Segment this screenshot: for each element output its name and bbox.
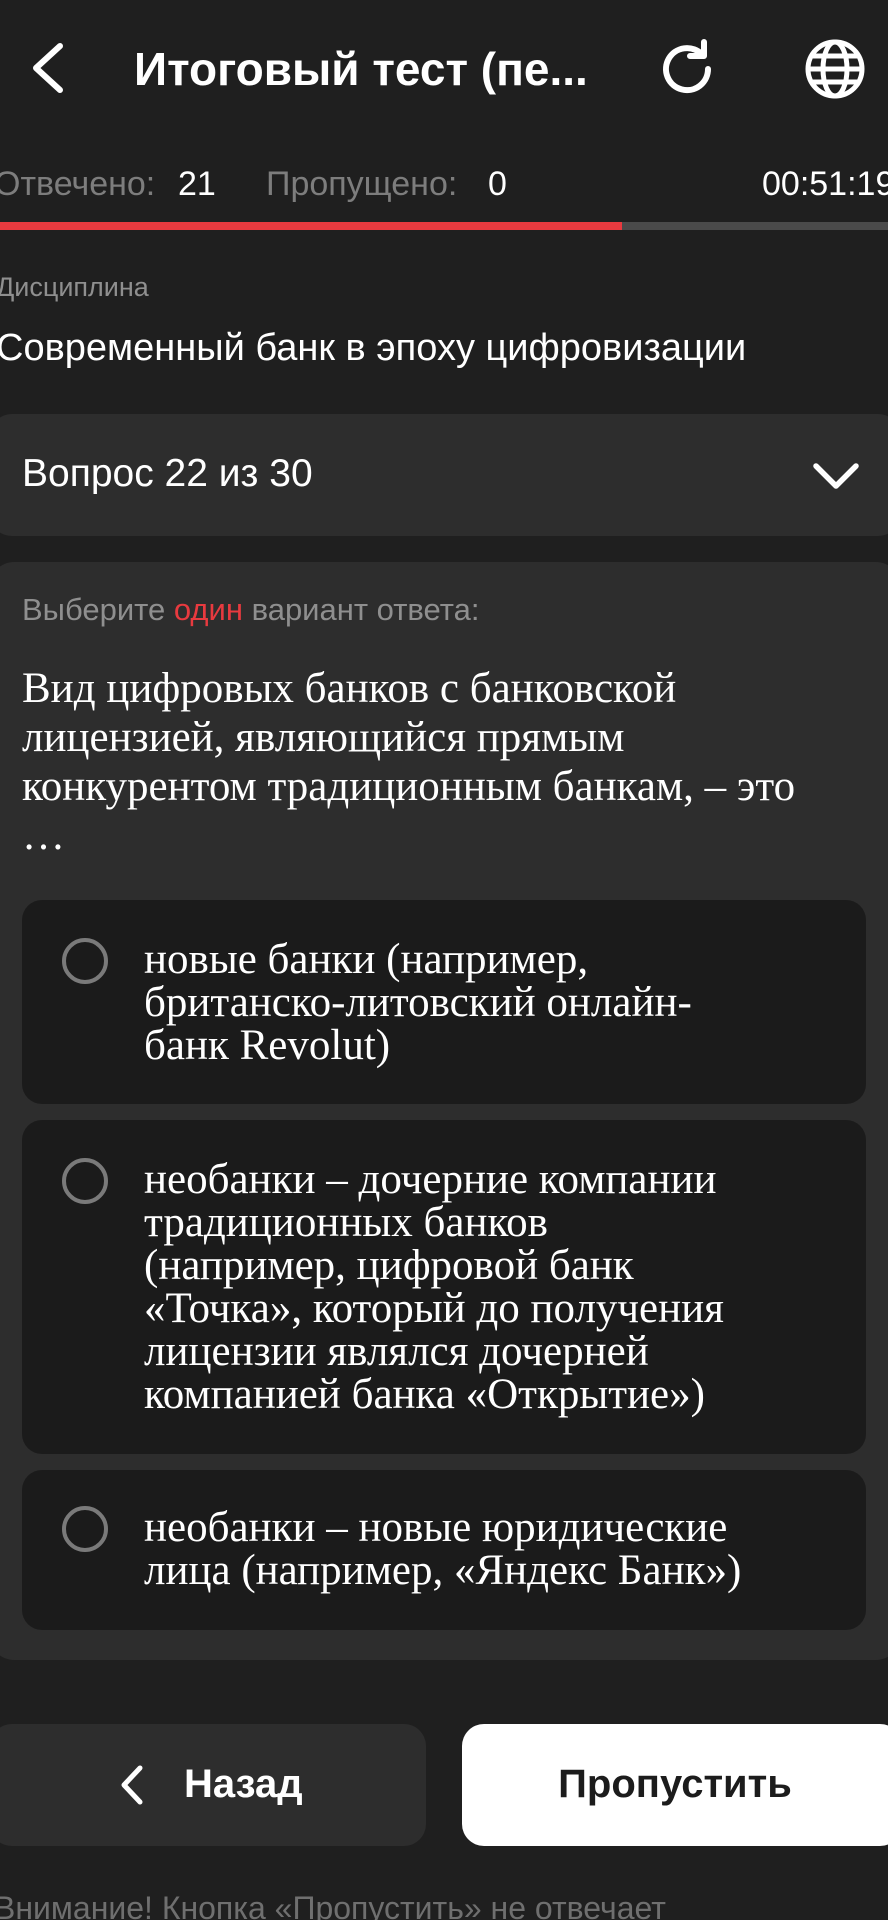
answer-option-text: новые банки (например, британско-литовск…: [144, 936, 692, 1069]
chevron-left-icon: [121, 1765, 143, 1805]
globe-icon: [805, 39, 865, 99]
question-number: Вопрос 22 из 30: [22, 452, 313, 495]
page-title: Итоговый тест (пе...: [134, 43, 588, 95]
answered-count: 21: [178, 165, 216, 203]
chevron-left-icon: [33, 43, 63, 93]
question-text: Вид цифровых банков с банковской лицензи…: [22, 665, 796, 859]
reload-button[interactable]: [652, 34, 722, 104]
answer-option-2[interactable]: необанки – дочерние компании традиционны…: [22, 1120, 866, 1454]
progress-bar-fill: [0, 222, 622, 230]
back-button[interactable]: [22, 36, 74, 100]
answer-option-3[interactable]: необанки – новые юридические лица (напри…: [22, 1470, 866, 1630]
progress-bar: [0, 222, 888, 230]
back-nav-button[interactable]: Назад: [0, 1724, 426, 1846]
back-nav-label: Назад: [184, 1762, 303, 1806]
answer-option-1[interactable]: новые банки (например, британско-литовск…: [22, 900, 866, 1104]
reload-icon: [663, 39, 712, 94]
answer-option-text: необанки – новые юридические лица (напри…: [144, 1504, 742, 1594]
instruction-highlight: один: [173, 592, 243, 627]
radio-button[interactable]: [62, 1506, 108, 1552]
discipline-name: Современный банк в эпоху цифровизации: [0, 327, 747, 369]
radio-button[interactable]: [62, 938, 108, 984]
answered-label: Отвечено:: [0, 165, 156, 203]
skip-notice: Внимание! Кнопка «Пропустить» не отвечае…: [0, 1890, 666, 1920]
skipped-label: Пропущено:: [266, 165, 458, 203]
discipline-label: Дисциплина: [0, 272, 149, 302]
skip-button-label: Пропустить: [558, 1762, 792, 1806]
language-button[interactable]: [802, 36, 868, 102]
timer: 00:51:19: [762, 165, 888, 203]
answer-option-text: необанки – дочерние компании традиционны…: [144, 1156, 724, 1418]
skipped-count: 0: [488, 165, 507, 203]
radio-button[interactable]: [62, 1158, 108, 1204]
chevron-down-icon[interactable]: [812, 454, 860, 498]
skip-button[interactable]: Пропустить: [462, 1724, 888, 1846]
answer-instruction: Выберите один вариант ответа:: [22, 592, 480, 627]
